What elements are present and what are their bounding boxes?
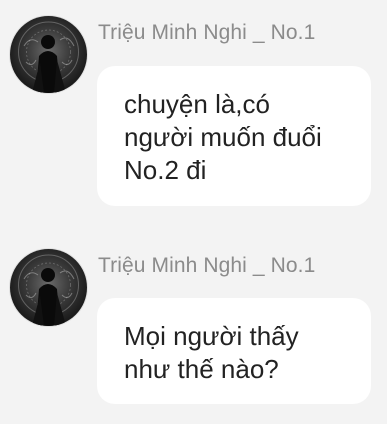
message-bubble: Mọi người thấy như thế nào?: [97, 298, 371, 404]
avatar[interactable]: [10, 249, 87, 326]
user-avatar-icon: [18, 21, 79, 93]
message-text: chuyện là,có người muốn đuổi No.2 đi: [124, 89, 322, 185]
chat-thread: Triệu Minh Nghi _ No.1 chuyện là,có ngườ…: [0, 0, 387, 424]
message-text: Mọi người thấy như thế nào?: [124, 321, 299, 384]
user-avatar-icon: [18, 254, 79, 326]
sender-name: Triệu Minh Nghi _ No.1: [98, 21, 316, 44]
message-bubble: chuyện là,có người muốn đuổi No.2 đi: [97, 66, 371, 206]
avatar[interactable]: [10, 16, 87, 93]
sender-name: Triệu Minh Nghi _ No.1: [98, 254, 316, 277]
